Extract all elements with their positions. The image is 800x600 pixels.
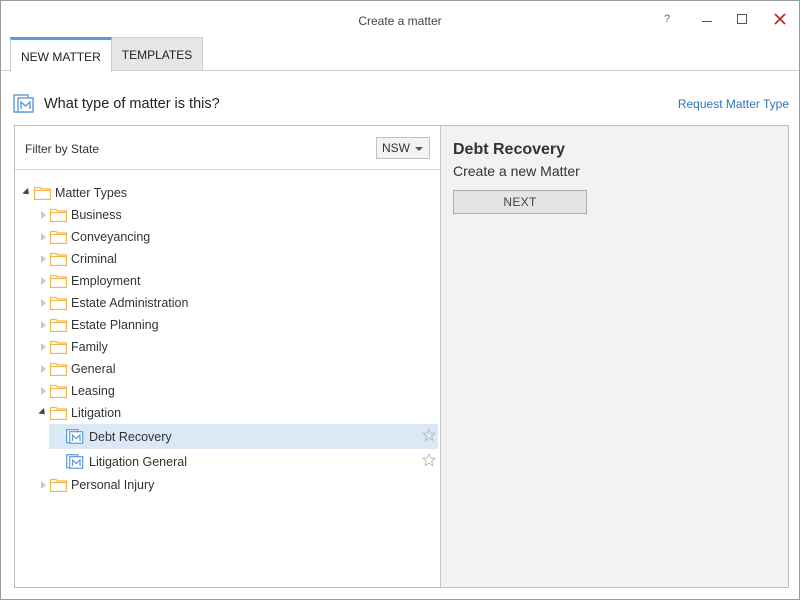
expanded-arrow-icon[interactable] [38, 407, 48, 418]
matter-type-litigation-general[interactable]: Litigation General [49, 449, 438, 474]
collapsed-arrow-icon[interactable] [41, 233, 46, 241]
detail-pane: Debt Recovery Create a new Matter NEXT [441, 126, 788, 587]
collapsed-arrow-icon[interactable] [41, 343, 46, 351]
minimize-button[interactable] [697, 9, 717, 29]
tab-divider [1, 70, 799, 71]
tab-bar: NEW MATTER TEMPLATES [10, 37, 204, 72]
collapsed-arrow-icon[interactable] [41, 387, 46, 395]
folder-icon [50, 208, 67, 222]
folder-icon [50, 478, 67, 492]
tree-node-criminal[interactable]: Criminal [15, 248, 440, 270]
minimize-icon [702, 20, 712, 22]
tab-new-matter[interactable]: NEW MATTER [10, 37, 112, 72]
tree-node-label: Leasing [71, 384, 115, 398]
tree-node-label: Employment [71, 274, 141, 288]
create-matter-window: Create a matter ? NEW MATTER TEMPLATES W… [0, 0, 800, 600]
filter-row: Filter by State NSW [15, 126, 440, 170]
help-button[interactable]: ? [657, 9, 677, 29]
tree-node-label: Family [71, 340, 108, 354]
folder-icon [50, 340, 67, 354]
tree-node-label: Matter Types [55, 186, 128, 200]
matter-icon [66, 429, 84, 444]
matter-icon [13, 94, 34, 113]
tree-node-estate-administration[interactable]: Estate Administration [15, 292, 440, 314]
maximize-icon [737, 14, 747, 24]
request-matter-type-link[interactable]: Request Matter Type [678, 97, 789, 111]
window-title: Create a matter [358, 14, 442, 28]
tree-node-estate-planning[interactable]: Estate Planning [15, 314, 440, 336]
tree-node-label: Litigation [71, 406, 122, 420]
tree-node-personal-injury[interactable]: Personal Injury [15, 474, 440, 496]
tree-node-conveyancing[interactable]: Conveyancing [15, 226, 440, 248]
tree-node-leasing[interactable]: Leasing [15, 380, 440, 402]
folder-icon [34, 186, 51, 200]
next-button[interactable]: NEXT [453, 190, 587, 214]
folder-icon [50, 274, 67, 288]
star-icon[interactable] [422, 453, 436, 467]
folder-icon [50, 252, 67, 266]
maximize-button[interactable] [732, 9, 752, 29]
tree-node-family[interactable]: Family [15, 336, 440, 358]
detail-title: Debt Recovery [453, 141, 566, 158]
tree-node-label: Criminal [71, 252, 117, 266]
folder-icon [50, 230, 67, 244]
title-bar: Create a matter ? [1, 1, 799, 37]
tree-node-litigation[interactable]: Litigation [15, 402, 440, 424]
tree-node-label: Estate Planning [71, 318, 159, 332]
tab-templates[interactable]: TEMPLATES [110, 37, 204, 71]
tree-node-general[interactable]: General [15, 358, 440, 380]
matter-type-debt-recovery[interactable]: Debt Recovery [49, 424, 438, 449]
tree-node-label: Estate Administration [71, 296, 189, 310]
main-panel: Filter by State NSW Matter Types Busines… [14, 125, 789, 588]
collapsed-arrow-icon[interactable] [41, 321, 46, 329]
state-dropdown[interactable]: NSW [376, 137, 430, 159]
close-icon [774, 13, 786, 25]
tree-node-label: Business [71, 208, 122, 222]
tree-node-business[interactable]: Business [15, 204, 440, 226]
detail-subtitle: Create a new Matter [453, 163, 580, 179]
folder-icon [50, 296, 67, 310]
matter-type-label: Debt Recovery [89, 430, 172, 444]
matter-type-tree: Matter Types Business Conveyancing Crimi… [15, 182, 440, 496]
collapsed-arrow-icon[interactable] [41, 211, 46, 219]
star-icon[interactable] [422, 428, 436, 442]
tree-node-matter-types[interactable]: Matter Types [15, 182, 440, 204]
tree-node-label: Personal Injury [71, 478, 155, 492]
page-question: What type of matter is this? [44, 96, 220, 112]
collapsed-arrow-icon[interactable] [41, 481, 46, 489]
tree-node-label: General [71, 362, 116, 376]
collapsed-arrow-icon[interactable] [41, 365, 46, 373]
filter-label: Filter by State [25, 142, 100, 156]
folder-icon [50, 384, 67, 398]
folder-icon [50, 318, 67, 332]
close-button[interactable] [770, 9, 790, 29]
heading-row: What type of matter is this? Request Mat… [13, 91, 789, 117]
tree-node-employment[interactable]: Employment [15, 270, 440, 292]
matter-icon [66, 454, 84, 469]
collapsed-arrow-icon[interactable] [41, 255, 46, 263]
matter-type-label: Litigation General [89, 455, 187, 469]
folder-icon [50, 406, 67, 420]
matter-type-pane: Filter by State NSW Matter Types Busines… [15, 126, 441, 587]
folder-icon [50, 362, 67, 376]
state-value: NSW [382, 141, 410, 155]
chevron-down-icon [415, 147, 423, 151]
expanded-arrow-icon[interactable] [22, 187, 32, 198]
collapsed-arrow-icon[interactable] [41, 299, 46, 307]
tree-node-label: Conveyancing [71, 230, 151, 244]
collapsed-arrow-icon[interactable] [41, 277, 46, 285]
